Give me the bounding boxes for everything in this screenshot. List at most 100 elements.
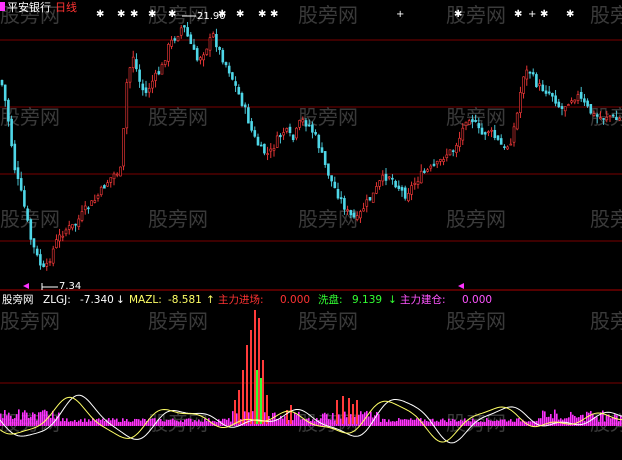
wash-bar	[298, 411, 300, 426]
candle-body	[109, 177, 113, 183]
wash-bar	[118, 421, 120, 426]
star-icon: ✱	[236, 9, 244, 20]
wash-bar	[294, 412, 296, 426]
candle-body	[362, 208, 365, 212]
wash-bar	[102, 418, 104, 426]
wash-bar	[442, 418, 444, 426]
candle-body	[55, 239, 58, 248]
candle-body	[26, 208, 29, 221]
candle-body	[74, 223, 77, 226]
wash-bar	[130, 421, 132, 426]
candle-body	[263, 143, 266, 154]
watermark: 股旁网	[446, 309, 506, 333]
wash-bar	[284, 416, 286, 426]
main-entry-bar	[356, 400, 358, 424]
wash-bar	[164, 421, 166, 426]
indicator-name: 股旁网	[2, 293, 34, 306]
wash-bar	[338, 414, 340, 426]
watermark: 股旁网	[298, 309, 358, 333]
star-icon: ✱	[117, 9, 125, 20]
candle-body	[586, 100, 589, 107]
wash-bar	[296, 414, 298, 426]
wash-bar	[590, 410, 592, 426]
wash-bar	[16, 414, 18, 426]
main-entry-bar	[348, 398, 350, 424]
candle-body	[131, 56, 135, 69]
wash-bar	[500, 419, 502, 426]
watermark-layer: 股旁网 股旁网 股旁网 股旁网 股旁网 股旁网 股旁网 股旁网 股旁网 股旁网 …	[0, 3, 622, 435]
candle-body	[410, 185, 413, 195]
mazl-arrow-icon: ↑	[206, 294, 215, 306]
candle-body	[269, 148, 273, 152]
candle-body	[80, 211, 84, 221]
star-icon: ✱	[168, 9, 176, 20]
wash-bar	[516, 418, 518, 426]
wash-bar	[412, 419, 414, 426]
candle-body	[275, 135, 279, 148]
wash-bar	[468, 420, 470, 426]
candle-body	[567, 104, 570, 106]
wash-bar	[396, 420, 398, 426]
candle-body	[487, 131, 490, 134]
watermark: 股旁网	[148, 105, 208, 129]
wash-bar	[8, 412, 10, 426]
candle-body	[189, 34, 193, 45]
wash-bar	[492, 421, 494, 426]
candle-body	[618, 118, 621, 121]
candle-body	[179, 27, 183, 36]
wash-bar	[514, 421, 516, 426]
wash-bar	[330, 419, 332, 426]
wash-bar	[194, 420, 196, 426]
indicator-legend: 股旁网 ZLGJ: -7.340 ↓ MAZL: -8.581 ↑ 主力进场: …	[2, 293, 492, 306]
candle-body	[368, 197, 372, 201]
candle-body	[141, 83, 145, 91]
candle-body	[413, 182, 417, 185]
wash-bar	[470, 421, 472, 426]
candle-body	[215, 34, 218, 48]
wash-bar	[508, 420, 510, 426]
wash-bar	[484, 421, 486, 426]
wash-bar	[324, 412, 326, 426]
wash-bar	[166, 419, 168, 426]
main-entry-bar	[242, 370, 244, 424]
candle-body	[3, 84, 7, 101]
wash-bar	[382, 418, 384, 426]
candle-body	[387, 176, 391, 179]
wash-bar	[78, 420, 80, 426]
wash-bar	[504, 419, 506, 426]
wash-bar	[82, 421, 84, 426]
stock-chart[interactable]: 股旁网 股旁网 股旁网 股旁网 股旁网 股旁网 股旁网 股旁网 股旁网 股旁网 …	[0, 0, 622, 460]
wash-bar	[568, 417, 570, 426]
zlgj-value: -7.340	[80, 294, 114, 306]
candle-body	[573, 99, 577, 103]
candle-body	[176, 36, 180, 42]
wash-bar	[438, 421, 440, 426]
candle-body	[599, 117, 602, 120]
main-entry-bar	[352, 404, 354, 424]
candle-body	[253, 130, 257, 137]
wash-bar	[392, 421, 394, 426]
candle-body	[365, 199, 369, 207]
candle-body	[528, 71, 532, 74]
wash-bar	[182, 421, 184, 426]
wash-bar	[136, 418, 138, 426]
candle-body	[112, 173, 116, 180]
candle-body	[195, 48, 199, 61]
candle-body	[416, 181, 420, 185]
candle-body	[211, 33, 215, 38]
candle-body	[240, 93, 244, 106]
candle-body	[496, 135, 500, 140]
candle-body	[333, 181, 337, 189]
candle-body	[592, 113, 596, 116]
left-marker-icon	[23, 283, 29, 289]
candle-body	[138, 69, 141, 82]
star-icon: ✱	[148, 9, 156, 20]
watermark: 股旁网	[148, 207, 208, 231]
candle-body	[419, 170, 423, 184]
candle-body	[311, 124, 314, 133]
candle-body	[323, 151, 327, 165]
candle-body	[458, 137, 461, 147]
wash-bar	[36, 420, 38, 426]
watermark: 股旁网	[298, 207, 358, 231]
candle-body	[314, 131, 317, 135]
